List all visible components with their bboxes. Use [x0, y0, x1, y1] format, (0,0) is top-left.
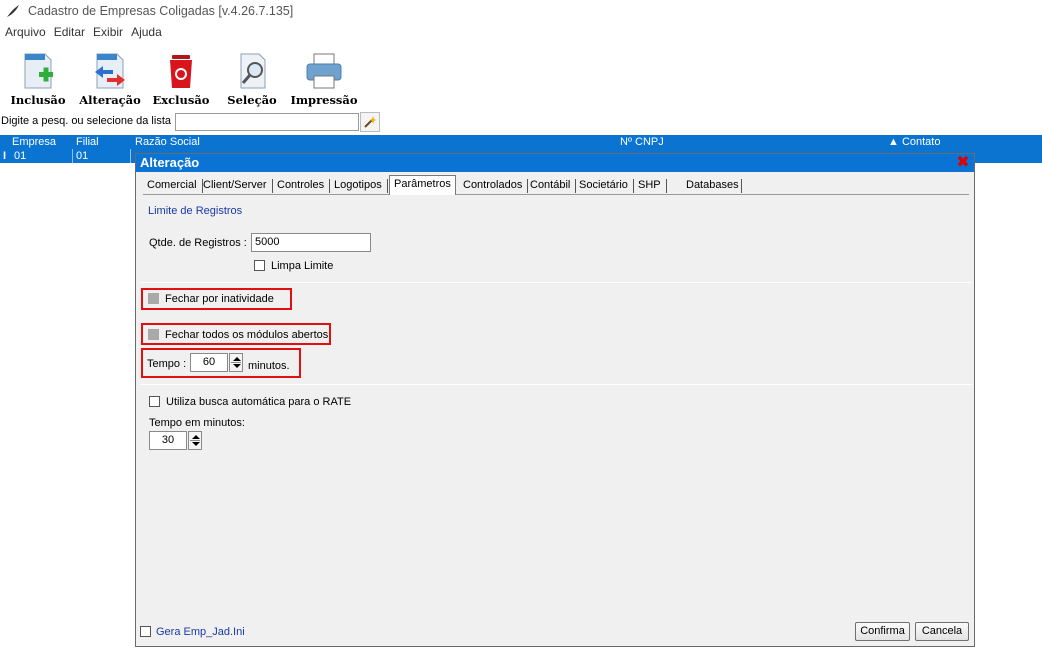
inclusao-button[interactable]: Inclusão	[10, 44, 66, 110]
impressao-label: Impressão	[290, 93, 358, 107]
menubar: Arquivo Editar Exibir Ajuda	[0, 23, 1042, 41]
parametros-panel: Limite de Registros Qtde. de Registros :…	[138, 195, 972, 625]
menu-exibir[interactable]: Exibir	[93, 25, 123, 39]
tempo-minutos-spinner[interactable]	[188, 431, 202, 450]
tempo-minutos-label: Tempo em minutos:	[149, 417, 245, 429]
alteracao-button[interactable]: Alteração	[79, 44, 141, 110]
tab-comercial[interactable]: Comercial	[143, 177, 203, 195]
tab-societario[interactable]: Societário	[575, 177, 634, 195]
col-filial[interactable]: Filial	[76, 135, 99, 149]
quill-icon	[7, 5, 19, 17]
menu-ajuda[interactable]: Ajuda	[131, 25, 162, 39]
qtde-label: Qtde. de Registros :	[149, 237, 247, 249]
printer-icon	[306, 53, 342, 89]
impressao-button[interactable]: Impressão	[290, 44, 358, 110]
rate-label: Utiliza busca automática para o RATE	[166, 396, 352, 408]
fechar-modulos-label: Fechar todos os módulos abertos	[165, 329, 329, 341]
dialog-title: Alteração	[140, 155, 200, 170]
exclusao-label: Exclusão	[152, 93, 210, 107]
tab-contabil[interactable]: Contábil	[526, 177, 577, 195]
trash-icon	[170, 55, 192, 88]
tab-client-server[interactable]: Client/Server	[199, 177, 273, 195]
section-title: Limite de Registros	[148, 205, 243, 217]
fechar-inatividade-checkbox[interactable]	[148, 293, 159, 304]
minutos-label: minutos.	[248, 360, 290, 372]
limpa-limite-checkbox[interactable]	[254, 260, 265, 271]
window-title: Cadastro de Empresas Coligadas [v.4.26.7…	[28, 4, 294, 18]
menu-arquivo[interactable]: Arquivo	[5, 25, 46, 39]
alteracao-label: Alteração	[79, 93, 141, 107]
qtde-registros-input[interactable]: 5000	[251, 233, 371, 252]
col-razao-social[interactable]: Razão Social	[135, 135, 200, 149]
search-label: Digite a pesq. ou selecione da lista :	[1, 115, 178, 127]
exclusao-button[interactable]: Exclusão	[153, 44, 209, 110]
tab-controlados[interactable]: Controlados	[459, 177, 529, 195]
col-contato[interactable]: ▲ Contato	[888, 135, 940, 149]
tab-logotipos[interactable]: Logotipos	[330, 177, 388, 195]
tempo-label: Tempo :	[147, 358, 187, 370]
edit-document-icon	[95, 53, 125, 89]
toolbar: Inclusão Alteração Exclusão Seleção Impr…	[0, 44, 1042, 110]
confirma-button[interactable]: Confirma	[855, 622, 910, 641]
gera-emp-checkbox[interactable]	[140, 626, 151, 637]
tempo-spinner[interactable]	[229, 353, 243, 372]
row-indicator: I	[3, 150, 7, 162]
gera-emp-label: Gera Emp_Jad.Ini	[156, 626, 245, 638]
col-empresa[interactable]: Empresa	[12, 135, 56, 149]
window-titlebar: Cadastro de Empresas Coligadas [v.4.26.7…	[0, 0, 1042, 22]
tab-parametros[interactable]: Parâmetros	[389, 175, 456, 196]
tab-databases[interactable]: Databases	[678, 177, 742, 195]
search-document-icon	[240, 53, 266, 89]
cell-empresa: 01	[14, 150, 27, 162]
menu-editar[interactable]: Editar	[54, 25, 85, 39]
search-row: Digite a pesq. ou selecione da lista :	[0, 112, 400, 132]
tab-strip: Comercial Client/Server Controles Logoti…	[143, 175, 969, 196]
tempo-input[interactable]: 60	[190, 353, 228, 372]
close-icon[interactable]: ✖	[955, 155, 971, 171]
divider	[140, 282, 972, 283]
tempo-minutos-input[interactable]: 30	[149, 431, 187, 450]
cell-filial: 01	[76, 150, 89, 162]
inclusao-label: Inclusão	[10, 93, 66, 107]
add-document-icon	[24, 53, 53, 89]
fechar-modulos-checkbox[interactable]	[148, 329, 159, 340]
alteracao-dialog: Alteração ✖ Comercial Client/Server Cont…	[135, 153, 975, 647]
tab-shp[interactable]: SHP	[634, 177, 667, 195]
col-cnpj[interactable]: Nº CNPJ	[620, 135, 664, 149]
limpa-limite-label: Limpa Limite	[271, 260, 334, 272]
fechar-inatividade-label: Fechar por inatividade	[165, 293, 274, 305]
divider	[140, 384, 972, 385]
grid-header: Empresa Filial Razão Social Nº CNPJ ▲ Co…	[0, 135, 1042, 149]
cancela-button[interactable]: Cancela	[915, 622, 969, 641]
dialog-titlebar: Alteração ✖	[136, 154, 974, 172]
selecao-label: Seleção	[227, 93, 277, 107]
wand-icon	[364, 116, 376, 128]
selecao-button[interactable]: Seleção	[226, 44, 278, 110]
rate-checkbox[interactable]	[149, 396, 160, 407]
search-input[interactable]	[175, 113, 359, 131]
search-button[interactable]	[360, 112, 380, 132]
tab-controles[interactable]: Controles	[273, 177, 331, 195]
